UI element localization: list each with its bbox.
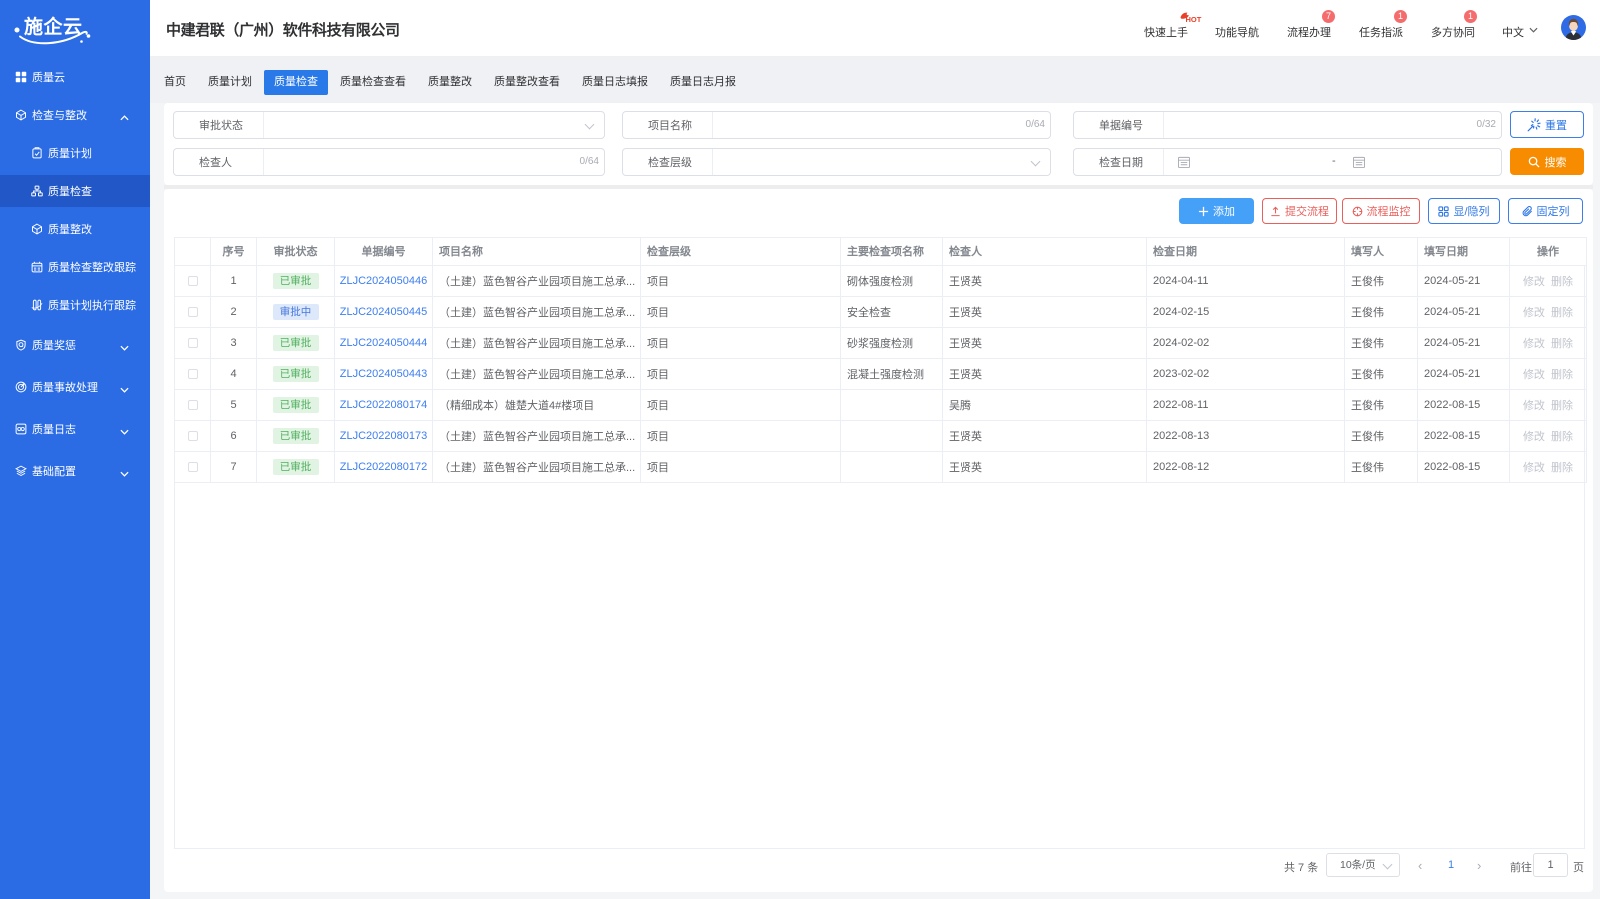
svg-text:HOT: HOT xyxy=(1186,15,1202,24)
